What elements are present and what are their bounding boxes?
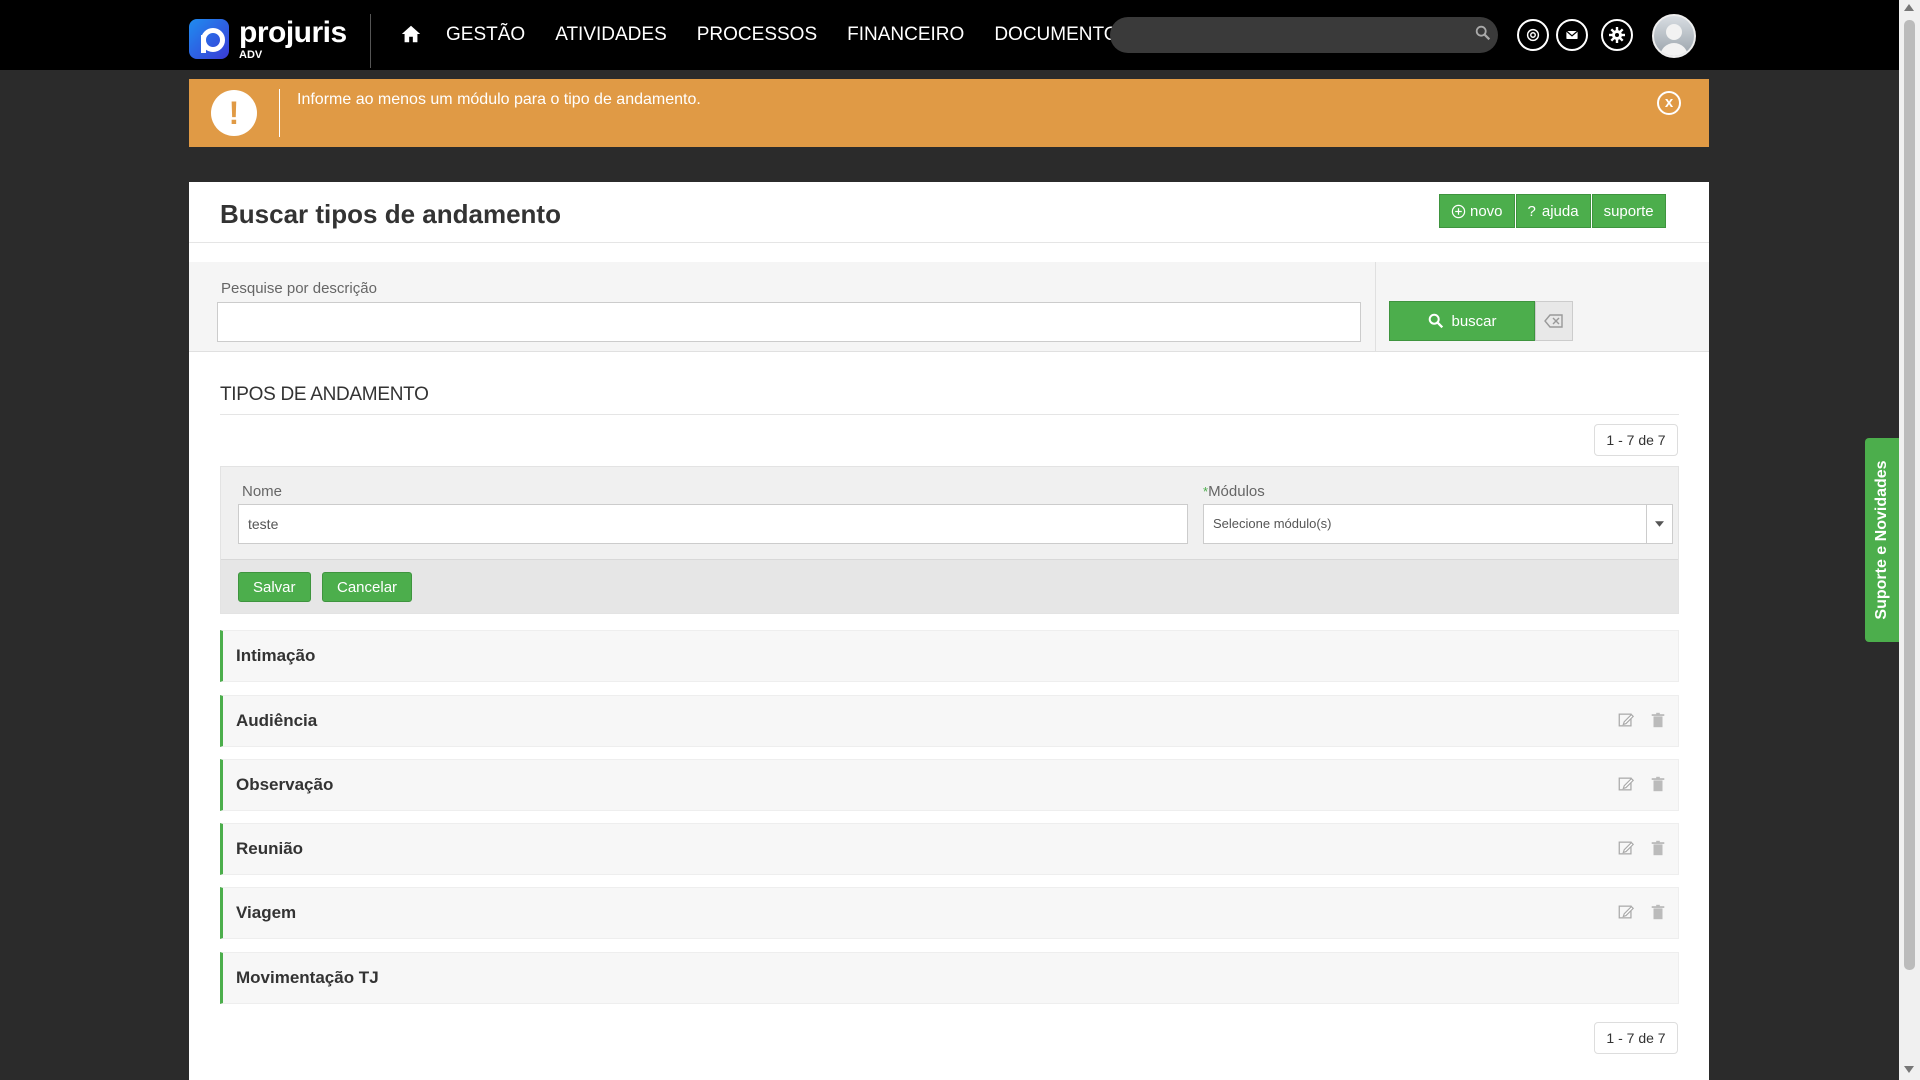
search-icon bbox=[1429, 313, 1444, 329]
ajuda-button-label: ajuda bbox=[1541, 202, 1579, 220]
clear-search-button[interactable] bbox=[1535, 301, 1573, 341]
pagination-top[interactable]: 1 - 7 de 7 bbox=[1594, 424, 1678, 456]
form-actions: Salvar Cancelar bbox=[221, 559, 1678, 613]
question-icon: ? bbox=[1527, 202, 1536, 220]
list-item[interactable]: Observação bbox=[220, 759, 1679, 811]
list-item-label: Audiência bbox=[236, 711, 318, 730]
logo-text: projuris bbox=[239, 16, 347, 49]
modulos-label-text: Módulos bbox=[1208, 483, 1265, 500]
buscar-button[interactable]: buscar bbox=[1389, 301, 1535, 341]
edit-icon[interactable] bbox=[1617, 839, 1637, 859]
list-item[interactable]: Viagem bbox=[220, 887, 1679, 939]
trash-icon[interactable] bbox=[1649, 775, 1669, 795]
section-divider bbox=[220, 414, 1679, 415]
ai-assistant-icon[interactable] bbox=[1517, 19, 1549, 51]
top-navbar: projuris ADV GESTÃO ATIVIDADES PROCESSOS… bbox=[0, 0, 1899, 70]
novo-button[interactable]: novo bbox=[1439, 194, 1515, 228]
mail-icon[interactable] bbox=[1556, 19, 1588, 51]
modulos-label: *Módulos bbox=[1203, 483, 1265, 500]
main-panel: Buscar tipos de andamento novo ? ajuda s… bbox=[189, 182, 1709, 1080]
search-area-divider bbox=[1375, 262, 1376, 352]
search-area: Pesquise por descrição buscar bbox=[189, 262, 1709, 352]
page-scrollbar[interactable] bbox=[1899, 0, 1920, 1080]
trash-icon[interactable] bbox=[1649, 711, 1669, 731]
salvar-button[interactable]: Salvar bbox=[238, 572, 311, 602]
nome-input[interactable]: teste bbox=[238, 504, 1188, 544]
trash-icon[interactable] bbox=[1649, 839, 1669, 859]
list-item[interactable]: Reunião bbox=[220, 823, 1679, 875]
search-icon[interactable] bbox=[1474, 24, 1494, 44]
list-item[interactable]: Intimação bbox=[220, 630, 1679, 682]
list-item-label: Movimentação TJ bbox=[236, 968, 379, 987]
main-nav: GESTÃO ATIVIDADES PROCESSOS FINANCEIRO D… bbox=[400, 0, 1161, 70]
close-icon[interactable]: x bbox=[1657, 91, 1681, 115]
support-news-tab[interactable]: Suporte e Novidades bbox=[1865, 438, 1899, 642]
logo-mark-icon bbox=[189, 19, 229, 59]
backspace-icon bbox=[1544, 314, 1563, 328]
edit-icon[interactable] bbox=[1617, 711, 1637, 731]
gear-icon[interactable] bbox=[1601, 19, 1633, 51]
scroll-thumb[interactable] bbox=[1904, 20, 1915, 970]
nav-item-atividades[interactable]: ATIVIDADES bbox=[555, 24, 667, 46]
list-item[interactable]: Movimentação TJ bbox=[220, 952, 1679, 1004]
modulos-select-placeholder: Selecione módulo(s) bbox=[1213, 516, 1332, 531]
warning-alert: ! Informe ao menos um módulo para o tipo… bbox=[189, 79, 1709, 147]
edit-form: Nome teste *Módulos Selecione módulo(s) … bbox=[220, 466, 1679, 614]
user-avatar[interactable] bbox=[1652, 14, 1696, 58]
cancelar-button[interactable]: Cancelar bbox=[322, 572, 413, 602]
edit-icon[interactable] bbox=[1617, 775, 1637, 795]
header-button-group: novo ? ajuda suporte bbox=[1439, 194, 1666, 228]
pagination-bottom[interactable]: 1 - 7 de 7 bbox=[1594, 1022, 1678, 1054]
list-item-label: Intimação bbox=[236, 646, 316, 665]
buscar-button-label: buscar bbox=[1451, 312, 1497, 330]
trash-icon[interactable] bbox=[1649, 903, 1669, 923]
novo-button-label: novo bbox=[1470, 202, 1503, 220]
page-title: Buscar tipos de andamento bbox=[220, 199, 561, 229]
suporte-button-label: suporte bbox=[1603, 202, 1654, 220]
edit-icon[interactable] bbox=[1617, 903, 1637, 923]
logo-subtext: ADV bbox=[239, 49, 263, 61]
alert-message: Informe ao menos um módulo para o tipo d… bbox=[297, 91, 701, 108]
nav-item-gestao[interactable]: GESTÃO bbox=[446, 24, 525, 46]
suporte-button[interactable]: suporte bbox=[1591, 194, 1666, 228]
chevron-down-icon[interactable] bbox=[1646, 505, 1672, 543]
scroll-down-icon[interactable] bbox=[1904, 1066, 1914, 1073]
global-search-input[interactable] bbox=[1110, 17, 1498, 53]
description-search-input[interactable] bbox=[217, 302, 1361, 342]
section-title: TIPOS DE ANDAMENTO bbox=[220, 384, 429, 405]
projuris-logo[interactable]: projuris ADV bbox=[189, 16, 347, 64]
exclamation-icon: ! bbox=[211, 90, 257, 136]
list-item[interactable]: Audiência bbox=[220, 695, 1679, 747]
nav-item-processos[interactable]: PROCESSOS bbox=[697, 24, 817, 46]
ajuda-button[interactable]: ? ajuda bbox=[1515, 194, 1591, 228]
modulos-select[interactable]: Selecione módulo(s) bbox=[1203, 504, 1673, 544]
scroll-up-icon[interactable] bbox=[1904, 4, 1914, 11]
nav-item-financeiro[interactable]: FINANCEIRO bbox=[847, 24, 964, 46]
title-divider bbox=[189, 242, 1709, 243]
nome-label: Nome bbox=[242, 483, 283, 500]
alert-divider bbox=[279, 89, 280, 137]
search-label: Pesquise por descrição bbox=[221, 280, 377, 297]
plus-circle-icon bbox=[1451, 204, 1466, 218]
list-item-label: Viagem bbox=[236, 903, 297, 922]
nav-divider bbox=[370, 14, 371, 68]
list-item-label: Observação bbox=[236, 775, 334, 794]
home-icon[interactable] bbox=[400, 23, 424, 47]
support-news-label: Suporte e Novidades bbox=[1873, 460, 1890, 620]
list-item-label: Reunião bbox=[236, 839, 304, 858]
